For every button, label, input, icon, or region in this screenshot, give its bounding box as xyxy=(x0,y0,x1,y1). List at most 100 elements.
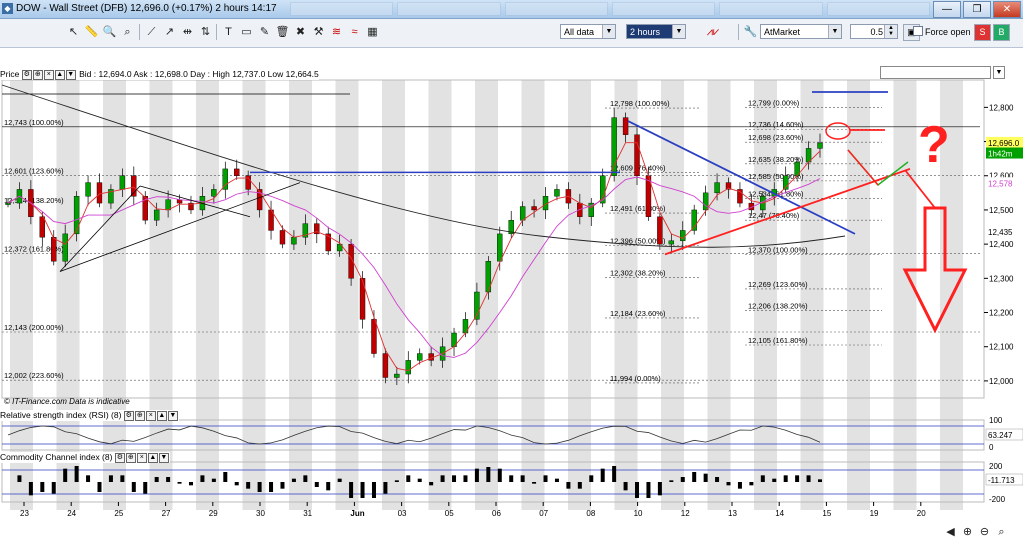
candle-body xyxy=(405,360,411,375)
x-tick-label: 31 xyxy=(303,509,312,518)
session-band xyxy=(661,80,684,510)
cci-bar xyxy=(440,475,445,482)
chart-canvas[interactable]: 12,80012,70012,60012,50012,40012,30012,2… xyxy=(0,0,1023,545)
cci-bar xyxy=(680,477,685,482)
cci-bar xyxy=(17,475,22,482)
close-icon[interactable]: × xyxy=(145,410,156,421)
cci-bar xyxy=(715,477,720,482)
cci-bar xyxy=(406,475,411,482)
cci-bar xyxy=(166,477,171,482)
chevron-down-icon[interactable]: ▼ xyxy=(158,452,169,463)
x-tick-label: 13 xyxy=(728,509,737,518)
fib-label-right: 12,105 (161.80%) xyxy=(748,336,808,345)
cci-bar xyxy=(566,482,571,489)
wrench-icon[interactable]: ⚙ xyxy=(114,452,125,463)
zoom-icon[interactable]: ⊕ xyxy=(125,452,136,463)
instrument-search-input[interactable] xyxy=(880,66,991,79)
ma-value-box: 12,578 xyxy=(988,179,1013,188)
zoom-out-icon[interactable]: ⊖ xyxy=(977,524,992,540)
chevron-up-icon[interactable]: ▲ xyxy=(54,69,65,80)
cci-bar xyxy=(760,475,765,482)
x-tick-label: 24 xyxy=(67,509,76,518)
x-tick-label: 03 xyxy=(398,509,407,518)
x-tick-label: 27 xyxy=(162,509,171,518)
cci-bar xyxy=(749,482,754,486)
close-icon[interactable]: × xyxy=(136,452,147,463)
price-pane-label: Price xyxy=(0,69,20,79)
candle-body xyxy=(119,175,126,190)
zoom-in-icon[interactable]: ⊕ xyxy=(960,524,975,540)
wrench-icon[interactable]: ⚙ xyxy=(21,69,32,80)
cci-bar xyxy=(63,468,68,482)
candle-body xyxy=(5,202,11,205)
cci-bar xyxy=(520,475,525,482)
candle-body xyxy=(73,196,80,235)
cci-bar xyxy=(234,482,239,486)
cci-bar xyxy=(463,475,468,482)
cci-bar xyxy=(532,482,537,484)
x-tick-label: 15 xyxy=(822,509,831,518)
cci-bar xyxy=(120,475,125,482)
fib-label-right: 12,799 (0.00%) xyxy=(748,99,800,108)
fib-label-right: 12,269 (123.60%) xyxy=(748,280,808,289)
session-band xyxy=(149,80,173,510)
cci-bar xyxy=(612,466,617,482)
session-band xyxy=(568,80,591,510)
chevron-down-icon[interactable]: ▼ xyxy=(993,66,1005,79)
fib-label-mid: 11,994 (0.00%) xyxy=(610,374,661,383)
rsi-tick-label: 100 xyxy=(989,416,1003,425)
x-tick-label: 10 xyxy=(634,509,643,518)
cci-bar xyxy=(474,468,479,482)
candle-body xyxy=(680,230,686,241)
cci-bar xyxy=(86,475,91,482)
session-band xyxy=(103,80,126,510)
cci-bar xyxy=(200,475,205,482)
chevron-down-icon[interactable]: ▼ xyxy=(65,69,76,80)
rsi-tick-label: 0 xyxy=(989,443,994,452)
cci-bar xyxy=(97,482,102,492)
cci-bar xyxy=(737,482,742,489)
cci-bar xyxy=(349,482,354,498)
session-band xyxy=(56,80,80,510)
session-band xyxy=(521,80,545,510)
chevron-up-icon[interactable]: ▲ xyxy=(156,410,167,421)
cci-bar xyxy=(383,482,388,494)
fib-label-left: 12,143 (200.00%) xyxy=(4,323,64,332)
cci-bar xyxy=(303,475,308,482)
candle-body xyxy=(714,182,720,194)
x-tick-label: 14 xyxy=(775,509,784,518)
cci-bar xyxy=(497,468,502,482)
scroll-left-icon[interactable]: ◀ xyxy=(943,524,958,540)
cci-bar xyxy=(726,482,731,486)
candle-body xyxy=(279,230,286,245)
candle-body xyxy=(153,209,160,221)
session-band xyxy=(893,80,917,510)
chevron-down-icon[interactable]: ▼ xyxy=(167,410,178,421)
zoom-icon[interactable]: ⊕ xyxy=(134,410,145,421)
candle-body xyxy=(657,216,663,245)
ma-slow-line xyxy=(7,176,821,358)
reset-zoom-icon[interactable]: ⌕ xyxy=(994,524,1009,540)
quote-text: Bid : 12,694.0 Ask : 12,698.0 Day : High… xyxy=(79,69,319,79)
fib-label-mid: 12,302 (38.20%) xyxy=(610,269,666,278)
cci-bar xyxy=(257,482,262,492)
close-icon[interactable]: × xyxy=(43,69,54,80)
cci-bar xyxy=(326,482,331,491)
zoom-icon[interactable]: ⊕ xyxy=(32,69,43,80)
candle-body xyxy=(211,189,217,197)
candle-body xyxy=(497,233,503,262)
chevron-up-icon[interactable]: ▲ xyxy=(147,452,158,463)
candle-body xyxy=(531,206,537,211)
cci-bar xyxy=(783,475,788,482)
cci-bar xyxy=(177,482,182,484)
cci-bar xyxy=(429,482,434,486)
price-pane-header: Price ⚙ ⊕ × ▲ ▼ Bid : 12,694.0 Ask : 12,698.… xyxy=(0,69,319,80)
cci-bar xyxy=(486,467,491,482)
wrench-icon[interactable]: ⚙ xyxy=(123,410,134,421)
rsi-value-label: 63.247 xyxy=(988,431,1013,440)
cci-bar xyxy=(589,475,594,482)
cci-bar xyxy=(40,482,45,492)
cci-bar xyxy=(360,482,365,498)
cci-bar xyxy=(635,482,640,498)
x-tick-label: 12 xyxy=(681,509,690,518)
